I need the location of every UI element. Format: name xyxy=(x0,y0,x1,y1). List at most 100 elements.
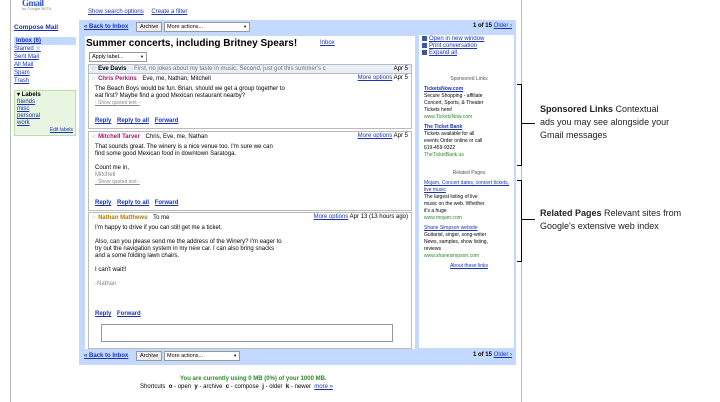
compose-mail-link[interactable]: Compose Mail xyxy=(14,24,76,31)
label-work[interactable]: work xyxy=(17,120,73,127)
print-conversation-link[interactable]: Print conversation xyxy=(429,43,477,49)
thread-subject: Summer concerts, including Britney Spear… xyxy=(86,38,298,49)
related-title[interactable]: Shane Simpson website xyxy=(424,225,514,232)
sponsored-links: Sponsored Links TicketsNow.com Secure Sh… xyxy=(424,76,514,159)
message-header: ☆ Chris Perkins Eve, me, Nathan, Mitchel… xyxy=(91,75,211,82)
related-title[interactable]: Mojam, Concert dates, concert tickets, l… xyxy=(424,180,514,194)
show-quoted-text-link[interactable]: - Show quoted text - xyxy=(95,100,285,107)
chevron-down-icon: ▼ xyxy=(233,353,238,358)
ad-text: Tickets available for all xyxy=(424,131,475,137)
message-card: ☆ Chris Perkins Eve, me, Nathan, Mitchel… xyxy=(88,73,412,129)
related-text: Guitarist, singer, song-writer xyxy=(424,232,487,238)
expand-icon xyxy=(422,50,427,56)
expand-all-link[interactable]: Expand all xyxy=(429,50,457,56)
ad-url: www.TicketsNow.com xyxy=(424,114,473,120)
new-window-icon xyxy=(422,36,427,41)
message-snippet: First, no jokes about my taste in music.… xyxy=(134,66,326,72)
back-to-inbox-link[interactable]: « Back to Inbox xyxy=(84,24,128,30)
labels-header[interactable]: ▾ Labels xyxy=(17,92,73,99)
forward-link[interactable]: Forward xyxy=(155,200,179,206)
forward-link[interactable]: Forward xyxy=(155,118,179,124)
pager-bottom: 1 of 15 Older › xyxy=(473,352,512,358)
open-new-window-link[interactable]: Open in new window xyxy=(429,36,484,42)
related-pages: Related Pages Mojam, Concert dates, conc… xyxy=(424,170,514,270)
message-actions: Reply Reply to all Forward xyxy=(95,118,182,124)
more-actions-label: More actions... xyxy=(167,353,204,359)
label-misc[interactable]: misc xyxy=(17,106,73,113)
older-link[interactable]: Older › xyxy=(494,23,512,29)
sidebar-item-sent[interactable]: Sent Mail xyxy=(14,53,76,61)
label-friends[interactable]: friends xyxy=(17,99,73,106)
shortcut-action: newer xyxy=(294,384,311,390)
message-header: ☆ Nathan Matthews To me xyxy=(91,214,169,221)
back-to-inbox-link[interactable]: « Back to Inbox xyxy=(84,353,128,359)
reply-all-link[interactable]: Reply to all xyxy=(117,200,149,206)
related-text: music on the web. Whether xyxy=(424,201,485,207)
conversation-links: Open in new window Print conversation Ex… xyxy=(422,36,514,57)
message-date: Apr 13 (13 hours ago) xyxy=(349,214,408,220)
shortcuts-label: Shortcuts xyxy=(140,384,166,390)
older-link[interactable]: Older › xyxy=(494,352,512,358)
sponsored-annotation-title: Sponsored Links xyxy=(540,104,614,114)
related-annotation: Related Pages Relevant sites from Google… xyxy=(540,207,715,233)
shortcut-action: compose xyxy=(234,384,259,390)
quick-reply-textarea[interactable] xyxy=(101,324,393,342)
create-filter-link[interactable]: Create a filter xyxy=(151,9,187,15)
apply-label-text: Apply label... xyxy=(92,54,124,60)
top-toolbar: « Back to Inbox Archive More actions... … xyxy=(84,22,514,34)
sidebar-item-inbox[interactable]: Inbox (6) xyxy=(14,37,76,45)
apply-label-select[interactable]: Apply label... ▼ xyxy=(89,52,147,62)
archive-button[interactable]: Archive xyxy=(136,22,163,32)
archive-button[interactable]: Archive xyxy=(136,351,163,361)
more-actions-select[interactable]: More actions... ▼ xyxy=(164,22,251,32)
ad-title[interactable]: TicketsNow.com xyxy=(424,86,514,93)
label-personal[interactable]: personal xyxy=(17,113,73,120)
related-url: www.shanesimpson.com xyxy=(424,253,480,259)
more-actions-label: More actions... xyxy=(167,24,204,30)
shortcut-action: archive xyxy=(203,384,223,390)
sponsored-annotation: Sponsored Links Contextual ads you may s… xyxy=(540,103,715,142)
edit-labels-link[interactable]: Edit labels xyxy=(17,127,73,134)
message-date: Apr 5 xyxy=(393,75,408,81)
body-line: find some good Mexican food in downtown … xyxy=(95,151,237,157)
star-icon[interactable]: ☆ xyxy=(91,134,96,140)
gmail-logo[interactable]: Gmail by Google BETA xyxy=(22,0,68,11)
sidebar-item-all-mail[interactable]: All Mail xyxy=(14,61,76,69)
ad-text: events Order online or call xyxy=(424,138,483,144)
about-these-links[interactable]: About these links xyxy=(424,263,514,270)
message-body: The Beach Boys would be fun. Brian, shou… xyxy=(95,86,285,107)
sponsored-annotation-text: Contextual xyxy=(615,104,659,114)
more-options-link[interactable]: More options xyxy=(358,133,393,139)
forward-link[interactable]: Forward xyxy=(117,311,141,317)
message-recipients: To me xyxy=(153,215,170,221)
show-quoted-text-link[interactable]: - Show quoted text - xyxy=(95,179,273,186)
show-search-options-link[interactable]: Show search options xyxy=(88,9,144,15)
ad-url: TheTicketBank.us xyxy=(424,152,464,158)
more-shortcuts-link[interactable]: more » xyxy=(314,384,333,390)
body-line: I can't wait!! xyxy=(95,267,127,273)
sidebar-item-starred[interactable]: Starred ☆ xyxy=(14,45,76,53)
sidebar-item-spam[interactable]: Spam xyxy=(14,69,76,77)
reply-link[interactable]: Reply xyxy=(95,118,111,124)
reply-all-link[interactable]: Reply to all xyxy=(117,118,149,124)
more-options-link[interactable]: More options xyxy=(358,75,393,81)
shortcut-key: c xyxy=(225,384,230,390)
sidebar-item-trash[interactable]: Trash xyxy=(14,77,76,85)
related-bracket xyxy=(517,180,522,262)
star-icon[interactable]: ☆ xyxy=(91,76,96,82)
star-icon[interactable]: ☆ xyxy=(91,66,96,72)
ad-title[interactable]: The Ticket Bank xyxy=(424,124,514,131)
more-options-link[interactable]: More options xyxy=(314,214,349,220)
inbox-label-tag[interactable]: Inbox xyxy=(320,40,335,46)
search-links: Show search options Create a filter xyxy=(88,9,193,15)
page-count: 1 of 15 xyxy=(472,23,492,29)
star-icon[interactable]: ☆ xyxy=(91,215,96,221)
reply-link[interactable]: Reply xyxy=(95,200,111,206)
more-actions-select[interactable]: More actions... ▼ xyxy=(164,351,241,361)
related-text: News, samples, show listing, xyxy=(424,239,488,245)
related-text: it's a huge xyxy=(424,208,447,214)
related-text: reviews xyxy=(424,246,441,252)
sponsored-annotation-text: Gmail messages xyxy=(540,130,608,140)
reply-link[interactable]: Reply xyxy=(95,311,111,317)
message-meta: More options Apr 5 xyxy=(358,75,408,81)
